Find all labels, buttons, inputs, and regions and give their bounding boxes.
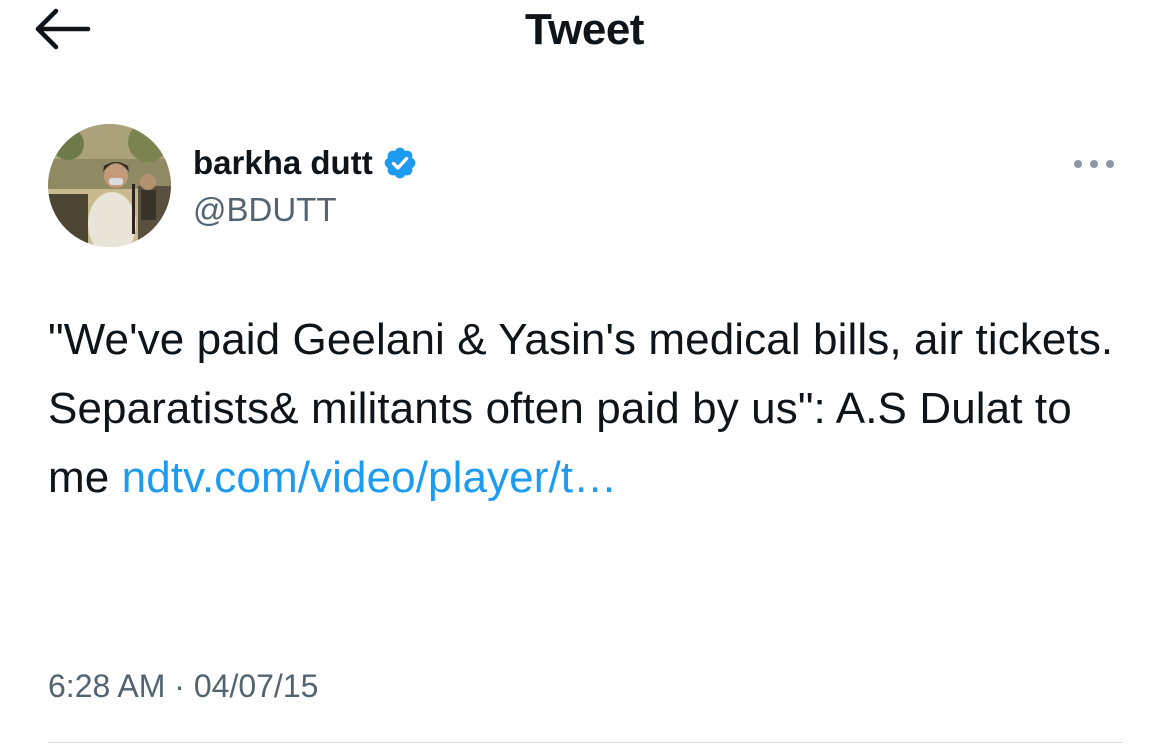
tweet-timestamp[interactable]: 6:28 AM · 04/07/15 <box>48 666 318 706</box>
tweet-text: "We've paid Geelani & Yasin's medical bi… <box>48 305 1138 512</box>
author-display-name[interactable]: barkha dutt <box>193 143 418 183</box>
author-name-text: barkha dutt <box>193 144 373 181</box>
divider <box>48 742 1122 743</box>
author-handle[interactable]: @BDUTT <box>193 190 337 230</box>
verified-badge-icon <box>382 145 418 181</box>
more-options-button[interactable] <box>1066 148 1122 180</box>
top-bar: Tweet <box>0 0 1169 60</box>
avatar[interactable] <box>48 124 171 247</box>
more-horizontal-icon <box>1074 160 1114 168</box>
page-title: Tweet <box>525 5 644 54</box>
tweet-link[interactable]: ndtv.com/video/​player/t… <box>122 453 618 502</box>
